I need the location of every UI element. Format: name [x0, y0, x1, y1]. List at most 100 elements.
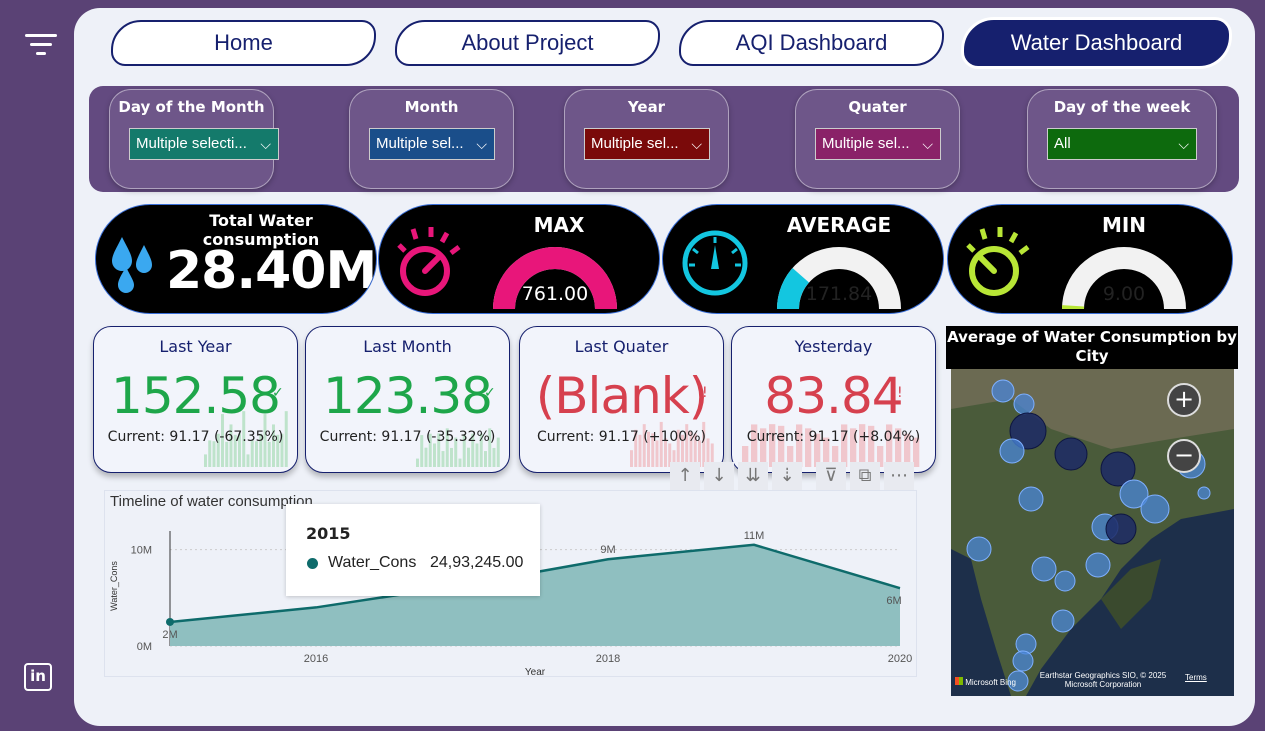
y-tick-label: 0M: [137, 641, 152, 653]
tooltip-series: Water_Cons: [328, 554, 417, 571]
chevron-down-icon: ⌵: [691, 136, 702, 152]
quater-dropdown[interactable]: Multiple sel... ⌵: [815, 128, 941, 160]
dashboard-canvas: Home About Project AQI Dashboard Water D…: [74, 8, 1255, 726]
expand-next-level-icon[interactable]: ⇣: [772, 462, 802, 490]
chevron-down-icon: ⌵: [260, 136, 271, 152]
map-attribution: Earthstar Geographics SIO, © 2025 Micros…: [1039, 671, 1167, 689]
drill-up-icon[interactable]: ↑: [670, 462, 700, 490]
day-of-month-dropdown[interactable]: Multiple selecti... ⌵: [129, 128, 279, 160]
slicer-title: Month: [404, 98, 459, 116]
city-bubble: [1013, 393, 1035, 415]
check-icon: ✓: [484, 385, 496, 401]
city-bubble: [1054, 570, 1076, 592]
spark-bar: [246, 454, 250, 467]
brand-label: Microsoft Bing: [965, 678, 1016, 687]
kpi-title: AVERAGE: [786, 213, 892, 237]
slicer-title: Day of the Month: [118, 98, 265, 116]
max-kpi: MAX 761.00: [378, 204, 660, 314]
zoom-in-button[interactable]: +: [1167, 383, 1201, 417]
data-label: 2M: [162, 629, 177, 641]
slicer-value: Multiple sel...: [822, 135, 910, 152]
spark-bar: [467, 447, 470, 467]
focus-mode-icon[interactable]: ⧉: [850, 462, 880, 490]
card-value: 83.84: [764, 367, 903, 425]
filter-icon[interactable]: ⊽: [816, 462, 846, 490]
city-bubble: [966, 536, 992, 562]
card-title: Last Year: [159, 337, 232, 356]
last-year-card: Last Year 152.58 ✓ Current: 91.17 (-67.3…: [93, 326, 298, 473]
day-of-week-dropdown[interactable]: All ⌵: [1047, 128, 1197, 160]
city-bubble: [1051, 609, 1075, 633]
nav-water-button[interactable]: Water Dashboard: [964, 20, 1229, 66]
min-kpi: MIN 9.00: [947, 204, 1233, 314]
zoom-out-button[interactable]: −: [1167, 439, 1201, 473]
last-month-card: Last Month 123.38 ✓ Current: 91.17 (-35.…: [305, 326, 510, 473]
slicer-value: All: [1054, 135, 1071, 152]
linkedin-icon[interactable]: in: [24, 663, 52, 691]
yesterday-card: Yesterday 83.84 ! Current: 91.17 (+8.04%…: [731, 326, 936, 473]
year-dropdown[interactable]: Multiple sel... ⌵: [584, 128, 710, 160]
spark-bar: [416, 458, 419, 467]
month-dropdown[interactable]: Multiple sel... ⌵: [369, 128, 495, 160]
alert-icon: !: [897, 385, 903, 401]
city-bubble: [1012, 650, 1034, 672]
card-subtitle: Current: 91.17 (-35.32%): [319, 429, 496, 445]
more-options-icon[interactable]: ⋯: [884, 462, 914, 490]
data-label: 6M: [886, 595, 901, 607]
month-slicer: Month Multiple sel... ⌵: [349, 89, 514, 189]
day-of-month-slicer: Day of the Month Multiple selecti... ⌵: [109, 89, 279, 189]
speedometer-icon: [682, 230, 748, 296]
total-consumption-kpi: Total Water consumption 28.40M: [95, 204, 377, 314]
drill-down-icon[interactable]: ↓: [704, 462, 734, 490]
chevron-down-icon: ⌵: [476, 136, 487, 152]
city-bubble: [1054, 437, 1088, 471]
last-quater-card: Last Quater (Blank) ! Current: 91.17 (+1…: [519, 326, 724, 473]
card-value: (Blank): [535, 367, 709, 425]
x-tick-label: 2016: [304, 653, 328, 665]
nav-about-button[interactable]: About Project: [395, 20, 660, 66]
chevron-down-icon: ⌵: [1178, 136, 1189, 152]
city-map[interactable]: + − Microsoft Bing Earthstar Geographics…: [951, 369, 1234, 696]
spark-bar: [267, 441, 271, 467]
kpi-title: MIN: [1101, 213, 1147, 237]
chevron-down-icon: ⌵: [922, 136, 933, 152]
nav-aqi-button[interactable]: AQI Dashboard: [679, 20, 944, 66]
check-icon: ✓: [272, 385, 284, 401]
bing-logo: Microsoft Bing: [955, 677, 1016, 687]
card-subtitle: Current: 91.17 (+100%): [537, 429, 706, 445]
card-value: 123.38: [323, 367, 493, 425]
data-label: 9M: [600, 544, 615, 556]
city-bubble: [1140, 494, 1170, 524]
kpi-title: MAX: [533, 213, 585, 237]
card-value: 152.58: [111, 367, 281, 425]
spark-bar: [450, 447, 453, 467]
gauge-pink-icon: [397, 227, 461, 296]
chart-tooltip: 2015 Water_Cons 24,93,245.00: [286, 504, 540, 596]
spark-bar: [458, 458, 462, 467]
alert-icon: !: [702, 385, 708, 401]
map-title: Average of Water Consumption by City: [946, 326, 1238, 369]
city-bubble: [999, 438, 1025, 464]
kpi-value: 171.84: [805, 283, 873, 305]
spark-bar: [255, 441, 258, 467]
day-of-week-slicer: Day of the week All ⌵: [1027, 89, 1217, 189]
slicer-value: Multiple selecti...: [136, 135, 247, 152]
left-rail: in: [0, 0, 80, 731]
spark-bar: [441, 451, 445, 467]
city-bubble: [1031, 556, 1057, 582]
spark-bar: [212, 441, 216, 467]
quater-slicer: Quater Multiple sel... ⌵: [795, 89, 960, 189]
nav-home-button[interactable]: Home: [111, 20, 376, 66]
y-tick-label: 10M: [131, 545, 152, 557]
spark-bar: [433, 443, 436, 467]
spark-bar: [492, 447, 496, 467]
expand-all-icon[interactable]: ⇊: [738, 462, 768, 490]
card-title: Last Month: [363, 337, 452, 356]
spark-bar: [630, 450, 633, 467]
slicer-title: Quater: [848, 98, 907, 116]
city-bubble: [1085, 552, 1111, 578]
kpi-value: 28.40M: [166, 241, 377, 301]
filter-menu-icon[interactable]: [24, 34, 58, 60]
terms-link[interactable]: Terms: [1185, 673, 1207, 682]
spark-bar: [424, 447, 428, 467]
